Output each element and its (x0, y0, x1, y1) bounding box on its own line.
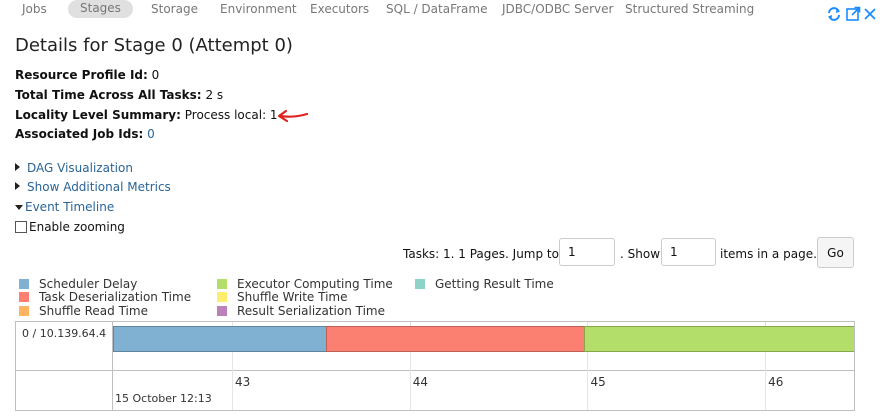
nav-tab-executors[interactable]: Executors (310, 2, 369, 16)
timeline-tick-label: 43 (235, 375, 251, 389)
red-arrow-annotation-icon (276, 108, 310, 128)
refresh-icon[interactable] (826, 6, 842, 22)
additional-metrics-toggle[interactable]: Show Additional Metrics (15, 180, 171, 194)
resource-profile-value: 0 (151, 68, 160, 82)
legend-swatch (19, 306, 29, 316)
legend-label: Executor Computing Time (237, 277, 393, 291)
timeline-task-segment-scheduler-delay[interactable] (113, 326, 327, 352)
timeline-plot-area: 43 44 45 46 (113, 322, 854, 410)
nav-tab-environment[interactable]: Environment (220, 2, 297, 16)
close-icon[interactable] (864, 6, 876, 22)
nav-tab-stages[interactable]: Stages (68, 0, 133, 18)
legend-swatch (217, 306, 227, 316)
nav-tab-storage[interactable]: Storage (151, 2, 198, 16)
legend-swatch (19, 279, 29, 289)
locality-label: Locality Level Summary: (15, 108, 181, 122)
summary-resource-profile: Resource Profile Id: 0 (15, 68, 159, 82)
legend-shuffle-write-time: Shuffle Write Time (217, 290, 348, 304)
legend-getting-result-time: Getting Result Time (415, 277, 554, 291)
timeline-task-segment-executor-computing-time[interactable] (583, 326, 854, 352)
open-external-icon[interactable] (845, 6, 861, 22)
legend-swatch (19, 292, 29, 302)
enable-zooming-label: Enable zooming (29, 220, 125, 234)
legend-label: Shuffle Write Time (237, 290, 348, 304)
additional-metrics-label: Show Additional Metrics (27, 180, 171, 194)
total-time-value: 2 s (205, 88, 224, 102)
legend-scheduler-delay: Scheduler Delay (19, 277, 137, 291)
enable-zooming-checkbox[interactable] (15, 221, 27, 233)
event-timeline-label: Event Timeline (25, 200, 115, 214)
nav-tab-structured-streaming[interactable]: Structured Streaming (625, 2, 754, 16)
timeline-task-segment-task-deserialization-time[interactable] (326, 326, 584, 352)
dag-visualization-label: DAG Visualization (27, 161, 133, 175)
top-nav: Jobs Stages Storage Environment Executor… (0, 0, 880, 22)
page-size-input[interactable] (661, 238, 716, 266)
items-in-page-text: items in a page. (720, 247, 817, 261)
job-id-link[interactable]: 0 (147, 127, 155, 141)
legend-task-deserialization-time: Task Deserialization Time (19, 290, 191, 304)
tasks-pages-text: Tasks: 1. 1 Pages. Jump to (403, 247, 559, 261)
timeline-executor-label: 0 / 10.139.64.4 (22, 327, 107, 340)
legend-label: Shuffle Read Time (39, 304, 148, 318)
collapsed-triangle-icon (15, 163, 20, 171)
summary-total-time: Total Time Across All Tasks: 2 s (15, 88, 223, 102)
legend-label: Scheduler Delay (39, 277, 138, 291)
timeline-date-label: 15 October 12:13 (115, 392, 212, 405)
legend-swatch (415, 279, 425, 289)
go-button[interactable]: Go (817, 237, 854, 268)
legend-label: Result Serialization Time (237, 304, 386, 318)
nav-tab-sql-dataframe[interactable]: SQL / DataFrame (386, 2, 487, 16)
legend-label: Task Deserialization Time (39, 290, 192, 304)
legend-label: Getting Result Time (435, 277, 554, 291)
dag-visualization-toggle[interactable]: DAG Visualization (15, 161, 133, 175)
resource-profile-label: Resource Profile Id: (15, 68, 148, 82)
total-time-label: Total Time Across All Tasks: (15, 88, 202, 102)
legend-swatch (217, 292, 227, 302)
show-text: . Show (620, 247, 661, 261)
nav-tab-jobs[interactable]: Jobs (22, 2, 47, 16)
legend-executor-computing-time: Executor Computing Time (217, 277, 393, 291)
legend-shuffle-read-time: Shuffle Read Time (19, 304, 148, 318)
locality-value: Process local: 1 (184, 108, 278, 122)
event-timeline[interactable]: 0 / 10.139.64.4 43 44 45 46 15 October 12:1… (15, 321, 855, 411)
enable-zooming-row: Enable zooming (15, 220, 125, 234)
nav-tab-jdbc-odbc-server[interactable]: JDBC/ODBC Server (502, 2, 613, 16)
jump-to-page-input[interactable] (559, 238, 615, 266)
page-title: Details for Stage 0 (Attempt 0) (15, 35, 293, 56)
event-timeline-toggle[interactable]: Event Timeline (15, 200, 114, 214)
legend-result-serialization-time: Result Serialization Time (217, 304, 385, 318)
legend-swatch (217, 279, 227, 289)
summary-locality: Locality Level Summary: Process local: 1 (15, 108, 278, 122)
summary-job-ids: Associated Job Ids: 0 (15, 127, 155, 141)
job-ids-label: Associated Job Ids: (15, 127, 144, 141)
timeline-tick-label: 45 (590, 375, 606, 389)
timeline-tick-label: 44 (412, 375, 429, 389)
collapsed-triangle-icon (15, 182, 20, 190)
expanded-triangle-icon (15, 205, 23, 210)
timeline-tick-label: 46 (768, 375, 784, 389)
